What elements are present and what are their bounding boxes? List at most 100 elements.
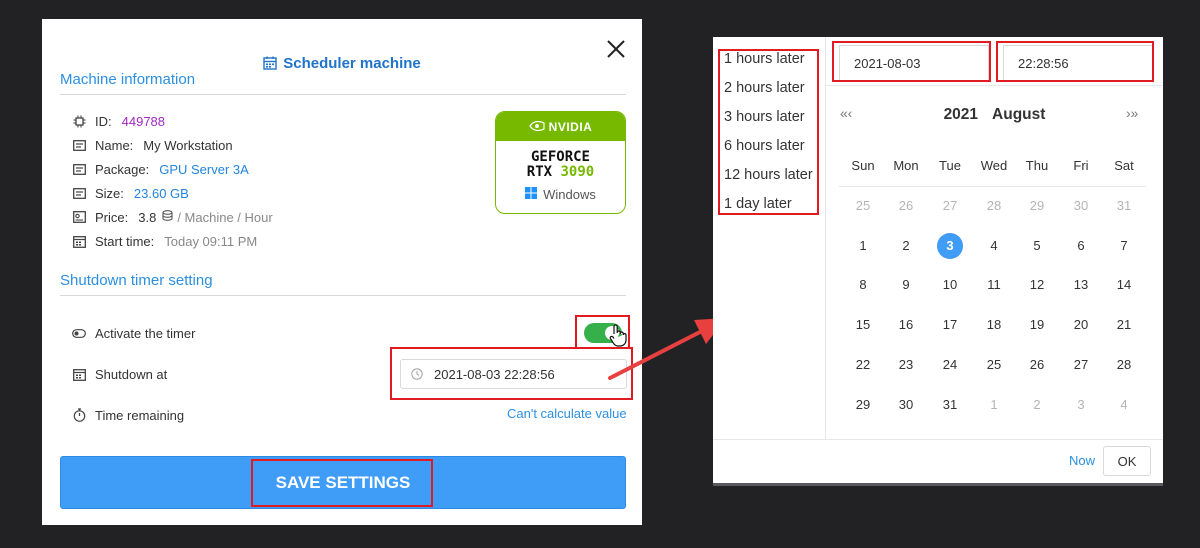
day-cell[interactable]: 2 bbox=[893, 233, 919, 259]
day-cell[interactable]: 5 bbox=[1024, 233, 1050, 259]
activate-timer-label: Activate the timer bbox=[95, 325, 196, 341]
day-cell[interactable]: 11 bbox=[981, 272, 1007, 298]
weekday-mon: Mon bbox=[893, 158, 919, 173]
id-value: 449788 bbox=[121, 113, 166, 129]
day-cell-selected[interactable]: 3 bbox=[937, 233, 963, 259]
day-cell[interactable]: 16 bbox=[893, 312, 919, 338]
day-cell-outside[interactable]: 26 bbox=[893, 193, 919, 219]
day-cell[interactable]: 27 bbox=[1068, 352, 1094, 378]
card-icon bbox=[72, 186, 86, 200]
day-cell[interactable]: 31 bbox=[937, 392, 963, 418]
divider bbox=[60, 94, 626, 95]
calendar-icon bbox=[263, 56, 277, 74]
day-cell[interactable]: 18 bbox=[981, 312, 1007, 338]
id-row: ID: 449788 bbox=[72, 111, 165, 131]
time-remaining-value[interactable]: Can't calculate value bbox=[507, 406, 627, 421]
gpu-model-line2a: RTX bbox=[526, 164, 561, 180]
coins-icon bbox=[162, 209, 173, 225]
price-label: Price: bbox=[95, 209, 129, 225]
day-cell-outside[interactable]: 29 bbox=[1024, 193, 1050, 219]
weekday-sat: Sat bbox=[1114, 158, 1134, 173]
divider bbox=[713, 439, 1163, 440]
day-cell[interactable]: 23 bbox=[893, 352, 919, 378]
name-value: My Workstation bbox=[143, 137, 233, 153]
windows-icon bbox=[525, 187, 538, 202]
day-cell[interactable]: 19 bbox=[1024, 312, 1050, 338]
machine-info-heading: Machine information bbox=[60, 71, 196, 88]
divider bbox=[60, 295, 626, 296]
close-icon[interactable] bbox=[605, 38, 627, 60]
day-cell[interactable]: 26 bbox=[1024, 352, 1050, 378]
shutdown-timer-heading: Shutdown timer setting bbox=[60, 272, 213, 289]
day-cell[interactable]: 13 bbox=[1068, 272, 1094, 298]
month-year-header: 2021 August bbox=[826, 106, 1163, 124]
day-cell[interactable]: 14 bbox=[1111, 272, 1137, 298]
scheduler-dialog: Scheduler machine Machine information ID… bbox=[42, 19, 642, 525]
calendar-icon bbox=[72, 234, 86, 248]
panel-shadow bbox=[713, 483, 1163, 486]
size-row: Size: 23.60 GB bbox=[72, 183, 189, 203]
day-cell[interactable]: 10 bbox=[937, 272, 963, 298]
day-cell[interactable]: 28 bbox=[1111, 352, 1137, 378]
next-month-year-button[interactable]: › » bbox=[1126, 105, 1138, 121]
highlight-box bbox=[996, 41, 1154, 82]
start-time-row: Start time: Today 09:11 PM bbox=[72, 231, 257, 251]
day-cell-outside[interactable]: 1 bbox=[981, 392, 1007, 418]
day-cell-outside[interactable]: 25 bbox=[850, 193, 876, 219]
day-cell[interactable]: 1 bbox=[850, 233, 876, 259]
day-cell[interactable]: 9 bbox=[893, 272, 919, 298]
weekday-fri: Fri bbox=[1073, 158, 1089, 173]
day-cell[interactable]: 22 bbox=[850, 352, 876, 378]
day-cell-outside[interactable]: 4 bbox=[1111, 392, 1137, 418]
highlight-box bbox=[718, 49, 819, 215]
price-row: Price: 3.8 / Machine / Hour bbox=[72, 207, 273, 227]
day-cell[interactable]: 20 bbox=[1068, 312, 1094, 338]
month-label[interactable]: August bbox=[992, 106, 1045, 123]
day-cell-outside[interactable]: 28 bbox=[981, 193, 1007, 219]
day-cell-outside[interactable]: 3 bbox=[1068, 392, 1094, 418]
gpu-model: GEFORCE RTX 3090 bbox=[496, 150, 625, 180]
day-cell[interactable]: 17 bbox=[937, 312, 963, 338]
weekday-sun: Sun bbox=[851, 158, 875, 173]
day-cell[interactable]: 6 bbox=[1068, 233, 1094, 259]
year-label[interactable]: 2021 bbox=[944, 106, 978, 123]
divider bbox=[839, 186, 1146, 187]
chip-icon bbox=[72, 114, 86, 128]
calendar: 2021-08-03 22:28:56 « ‹ 2021 August › » S… bbox=[826, 37, 1163, 439]
weekday-thu: Thu bbox=[1025, 158, 1049, 173]
highlight-box bbox=[390, 347, 633, 400]
day-cell[interactable]: 25 bbox=[981, 352, 1007, 378]
day-cell[interactable]: 30 bbox=[893, 392, 919, 418]
day-cell-outside[interactable]: 30 bbox=[1068, 193, 1094, 219]
nvidia-logo-icon bbox=[528, 120, 545, 134]
weekday-tue: Tue bbox=[939, 158, 961, 173]
calendar-icon bbox=[72, 367, 86, 381]
day-cell[interactable]: 7 bbox=[1111, 233, 1137, 259]
name-row: Name: My Workstation bbox=[72, 135, 233, 155]
toggle-icon bbox=[72, 326, 86, 340]
gpu-badge: NVIDIA GEFORCE RTX 3090 Windows bbox=[495, 111, 626, 214]
ok-button[interactable]: OK bbox=[1103, 446, 1151, 476]
name-label: Name: bbox=[95, 137, 134, 153]
day-cell-outside[interactable]: 27 bbox=[937, 193, 963, 219]
day-cell[interactable]: 15 bbox=[850, 312, 876, 338]
day-cell[interactable]: 4 bbox=[981, 233, 1007, 259]
day-cell[interactable]: 12 bbox=[1024, 272, 1050, 298]
start-time-value: Today 09:11 PM bbox=[164, 233, 258, 249]
package-value[interactable]: GPU Server 3A bbox=[159, 162, 249, 177]
day-cell-outside[interactable]: 2 bbox=[1024, 392, 1050, 418]
card-icon bbox=[72, 162, 86, 176]
size-value: 23.60 GB bbox=[133, 185, 189, 201]
pointer-arrow-icon bbox=[608, 318, 726, 380]
gpu-os-label: Windows bbox=[543, 187, 596, 202]
day-cell[interactable]: 8 bbox=[850, 272, 876, 298]
day-cell[interactable]: 24 bbox=[937, 352, 963, 378]
day-cell-outside[interactable]: 31 bbox=[1111, 193, 1137, 219]
now-button[interactable]: Now bbox=[1069, 453, 1095, 468]
day-cell[interactable]: 21 bbox=[1111, 312, 1137, 338]
card-icon bbox=[72, 138, 86, 152]
package-row: Package: GPU Server 3A bbox=[72, 159, 249, 179]
stopwatch-icon bbox=[72, 408, 86, 422]
day-cell[interactable]: 29 bbox=[850, 392, 876, 418]
price-value: 3.8 bbox=[138, 209, 157, 225]
